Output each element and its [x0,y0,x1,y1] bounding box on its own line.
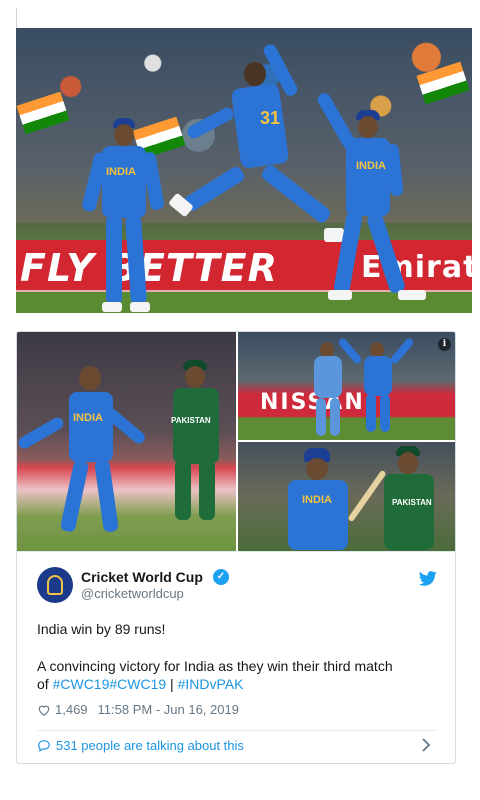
hashtag-link[interactable]: #CWC19 [53,676,110,692]
player-left: INDIA [80,116,166,313]
tweet-media-grid: INDIA PAKISTAN NISSAN i INDIA PAKISTAN [17,332,455,551]
hashtag-link[interactable]: #CWC19 [109,676,166,692]
trophy-icon [47,575,63,595]
player-pakistan-right: PAKISTAN [347,446,448,551]
verified-badge-icon: ✓ [213,569,229,585]
hero-photo[interactable]: FLY BETTER Emirates INDIA 31 INDIA [16,28,472,313]
player-batsman: INDIA [278,448,358,551]
player-pakistan-left: PAKISTAN [157,360,236,540]
text-prefix: of [37,676,53,692]
tweet-text-line2: A convincing victory for India as they w… [37,658,393,674]
media-photo-top-right[interactable]: NISSAN i [238,332,455,440]
conversation-text[interactable]: 531 people are talking about this [56,738,244,753]
media-jersey-pakistan: PAKISTAN [171,416,211,425]
player-celebrating [337,336,418,436]
divider [37,730,437,731]
jersey-number: 31 [260,108,281,128]
text-separator: | [166,676,178,692]
timestamp[interactable]: 11:58 PM - Jun 16, 2019 [98,702,239,717]
jersey-label: INDIA [106,166,136,178]
conversation-link[interactable]: 531 people are talking about this [37,738,244,753]
info-icon[interactable]: i [438,338,451,351]
media-jersey-br: INDIA [302,494,332,506]
display-name[interactable]: Cricket World Cup [81,569,203,585]
media-photo-left[interactable]: INDIA PAKISTAN [17,332,236,551]
media-photo-bottom-right[interactable]: INDIA PAKISTAN [238,442,455,551]
jersey-label-right: INDIA [356,160,386,172]
heart-icon[interactable] [37,703,51,717]
tweet-text-line3: of #CWC19#CWC19 | #INDvPAK [37,675,243,693]
like-count[interactable]: 1,469 [55,702,88,717]
tweet-meta: 1,469 11:58 PM - Jun 16, 2019 [37,702,239,717]
player-right: INDIA [315,90,426,304]
avatar[interactable] [37,567,73,603]
player-bowler: INDIA [17,362,148,542]
page-edge-line [16,8,17,30]
comment-bubble-icon [38,740,50,752]
tweet-text-line1: India win by 89 runs! [37,621,166,637]
media-jersey-left: INDIA [73,412,103,424]
chevron-right-icon[interactable] [421,738,431,752]
tweet-card[interactable]: INDIA PAKISTAN NISSAN i INDIA PAKISTAN C… [16,331,456,764]
player-back [308,342,348,438]
twitter-bird-icon[interactable] [419,571,437,586]
tweet-body: Cricket World Cup ✓ @cricketworldcup Ind… [17,551,455,763]
hashtag-link[interactable]: #INDvPAK [178,676,244,692]
handle[interactable]: @cricketworldcup [81,586,184,601]
media-jersey-pakistan-br: PAKISTAN [392,498,432,507]
